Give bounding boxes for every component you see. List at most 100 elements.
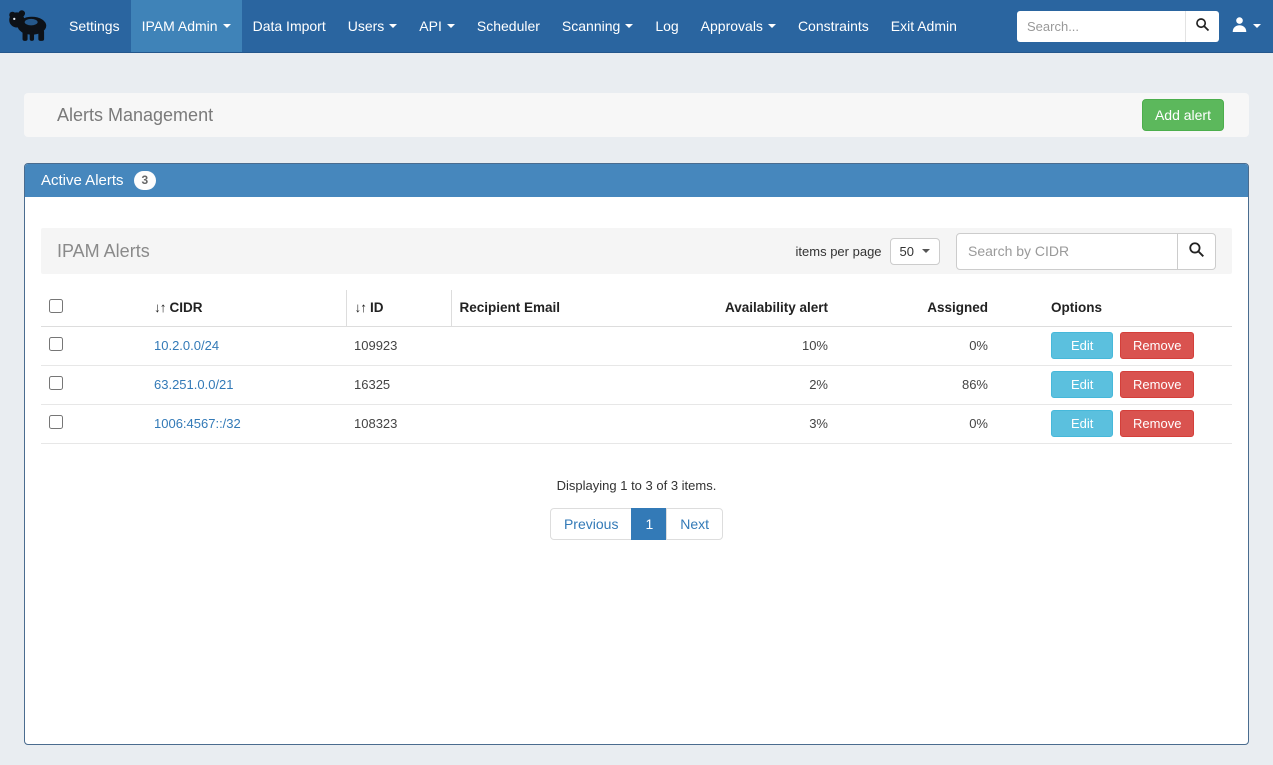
remove-button[interactable]: Remove	[1120, 371, 1194, 398]
table-row: 10.2.0.0/24 109923 10% 0% Edit Remove	[41, 326, 1232, 365]
table-header-row: ↓↑CIDR ↓↑ID Recipient Email Availability…	[41, 290, 1232, 326]
nav-label: Log	[655, 18, 678, 34]
table-toolbar: IPAM Alerts items per page 50	[41, 228, 1232, 274]
main-menu: Settings IPAM Admin Data Import Users AP…	[58, 0, 968, 52]
user-icon	[1231, 16, 1248, 36]
global-search	[1017, 11, 1219, 42]
cidr-link[interactable]: 1006:4567::/32	[154, 416, 241, 431]
column-header-cidr[interactable]: ↓↑ CIDR	[146, 290, 346, 326]
search-icon	[1195, 17, 1210, 35]
nav-item-log[interactable]: Log	[644, 0, 689, 52]
nav-label: Users	[348, 18, 385, 34]
pagination-previous[interactable]: Previous	[550, 508, 632, 540]
sort-icon[interactable]: ↓↑	[355, 300, 367, 315]
items-per-page-select[interactable]: 50	[890, 238, 940, 265]
pagination-next[interactable]: Next	[667, 508, 723, 540]
column-header-options: Options	[996, 290, 1232, 326]
alert-id: 109923	[346, 326, 451, 365]
sort-icon[interactable]: ↓↑	[154, 300, 166, 315]
top-navbar: Settings IPAM Admin Data Import Users AP…	[0, 0, 1273, 53]
page-container: Alerts Management Add alert Active Alert…	[24, 93, 1249, 745]
cidr-search-button[interactable]	[1178, 233, 1216, 270]
nav-label: IPAM Admin	[142, 18, 218, 34]
search-icon	[1188, 241, 1205, 261]
nav-label: API	[419, 18, 442, 34]
nav-item-users[interactable]: Users	[337, 0, 409, 52]
nav-item-data-import[interactable]: Data Import	[242, 0, 337, 52]
column-header-assigned: Assigned	[836, 290, 996, 326]
cidr-search-input[interactable]	[956, 233, 1178, 270]
app-logo[interactable]	[0, 0, 58, 52]
remove-button[interactable]: Remove	[1120, 332, 1194, 359]
global-search-button[interactable]	[1185, 11, 1219, 42]
active-alerts-panel: Active Alerts 3 IPAM Alerts items per pa…	[24, 163, 1249, 745]
cidr-link[interactable]: 63.251.0.0/21	[154, 377, 234, 392]
add-alert-button[interactable]: Add alert	[1142, 99, 1224, 131]
recipient-email	[451, 326, 656, 365]
pagination-page-1[interactable]: 1	[632, 508, 667, 540]
availability-value: 2%	[656, 365, 836, 404]
nav-item-approvals[interactable]: Approvals	[690, 0, 787, 52]
row-checkbox[interactable]	[49, 415, 63, 429]
table-row: 63.251.0.0/21 16325 2% 86% Edit Remove	[41, 365, 1232, 404]
nav-item-constraints[interactable]: Constraints	[787, 0, 880, 52]
nav-item-ipam-admin[interactable]: IPAM Admin	[131, 0, 242, 52]
column-label: ID	[370, 300, 384, 315]
page-header: Alerts Management Add alert	[24, 93, 1249, 137]
pagination-previous-label[interactable]: Previous	[550, 508, 632, 540]
nav-label: Approvals	[701, 18, 763, 34]
chevron-down-icon	[1253, 24, 1261, 28]
results-summary: Displaying 1 to 3 of 3 items.	[41, 478, 1232, 493]
row-checkbox[interactable]	[49, 376, 63, 390]
column-label: Assigned	[927, 300, 988, 315]
chevron-down-icon	[447, 24, 455, 28]
edit-button[interactable]: Edit	[1051, 410, 1113, 437]
panel-body: IPAM Alerts items per page 50	[25, 197, 1248, 555]
nav-item-scanning[interactable]: Scanning	[551, 0, 644, 52]
user-menu[interactable]	[1231, 16, 1261, 36]
alerts-table: ↓↑CIDR ↓↑ID Recipient Email Availability…	[41, 290, 1232, 444]
column-label: CIDR	[170, 300, 203, 315]
chevron-down-icon	[922, 249, 930, 253]
assigned-value: 0%	[836, 404, 996, 443]
pagination: Previous 1 Next	[550, 508, 723, 540]
edit-button[interactable]: Edit	[1051, 332, 1113, 359]
table-row: 1006:4567::/32 108323 3% 0% Edit Remove	[41, 404, 1232, 443]
alert-id: 16325	[346, 365, 451, 404]
nav-label: Scanning	[562, 18, 620, 34]
nav-label: Settings	[69, 18, 120, 34]
navbar-right-section	[1017, 0, 1273, 52]
alert-count-badge: 3	[134, 171, 157, 189]
assigned-value: 86%	[836, 365, 996, 404]
nav-item-api[interactable]: API	[408, 0, 466, 52]
column-label: Options	[1051, 300, 1102, 315]
chevron-down-icon	[223, 24, 231, 28]
recipient-email	[451, 365, 656, 404]
edit-button[interactable]: Edit	[1051, 371, 1113, 398]
pagination-next-label[interactable]: Next	[666, 508, 723, 540]
nav-item-settings[interactable]: Settings	[58, 0, 131, 52]
column-header-email: Recipient Email	[451, 290, 656, 326]
pagination-wrap: Previous 1 Next	[41, 508, 1232, 540]
cidr-link[interactable]: 10.2.0.0/24	[154, 338, 219, 353]
remove-button[interactable]: Remove	[1120, 410, 1194, 437]
select-all-checkbox[interactable]	[49, 299, 63, 313]
row-checkbox[interactable]	[49, 337, 63, 351]
nav-label: Exit Admin	[891, 18, 957, 34]
panel-title: Active Alerts	[41, 172, 124, 189]
availability-value: 3%	[656, 404, 836, 443]
items-per-page-value: 50	[900, 244, 914, 259]
global-search-input[interactable]	[1017, 11, 1185, 42]
nav-label: Scheduler	[477, 18, 540, 34]
table-title: IPAM Alerts	[57, 241, 150, 262]
pagination-page-label[interactable]: 1	[631, 508, 667, 540]
items-per-page-label: items per page	[796, 244, 882, 259]
alert-id: 108323	[346, 404, 451, 443]
nav-item-exit-admin[interactable]: Exit Admin	[880, 0, 968, 52]
column-header-id[interactable]: ↓↑ID	[346, 290, 451, 326]
nav-label: Constraints	[798, 18, 869, 34]
page-title: Alerts Management	[57, 105, 213, 126]
nav-item-scheduler[interactable]: Scheduler	[466, 0, 551, 52]
recipient-email	[451, 404, 656, 443]
nav-label: Data Import	[253, 18, 326, 34]
